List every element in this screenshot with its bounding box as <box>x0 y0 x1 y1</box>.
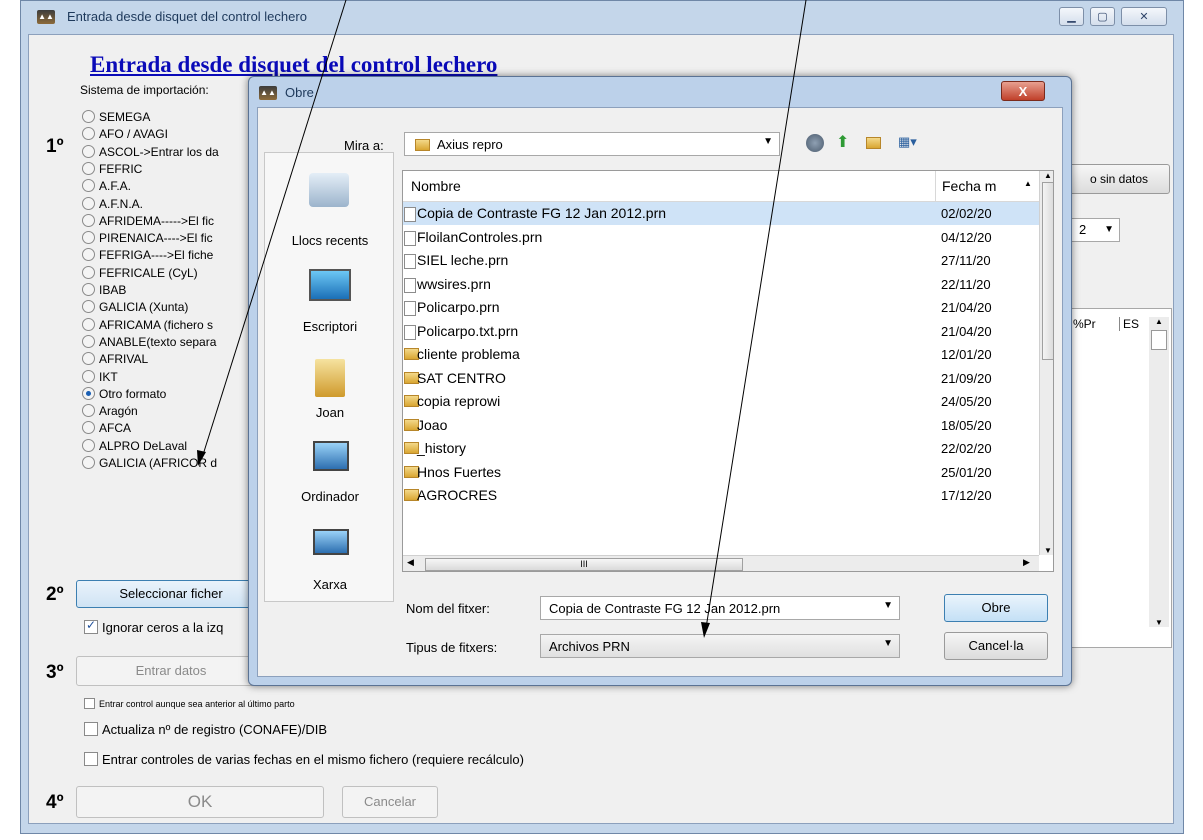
annotation-arrow-line-2 <box>705 0 807 629</box>
annotation-arrowhead-2 <box>701 622 710 638</box>
annotation-arrowhead-1 <box>197 450 206 466</box>
annotation-arrows <box>197 0 807 638</box>
annotation-arrow-line-1 <box>201 0 347 459</box>
